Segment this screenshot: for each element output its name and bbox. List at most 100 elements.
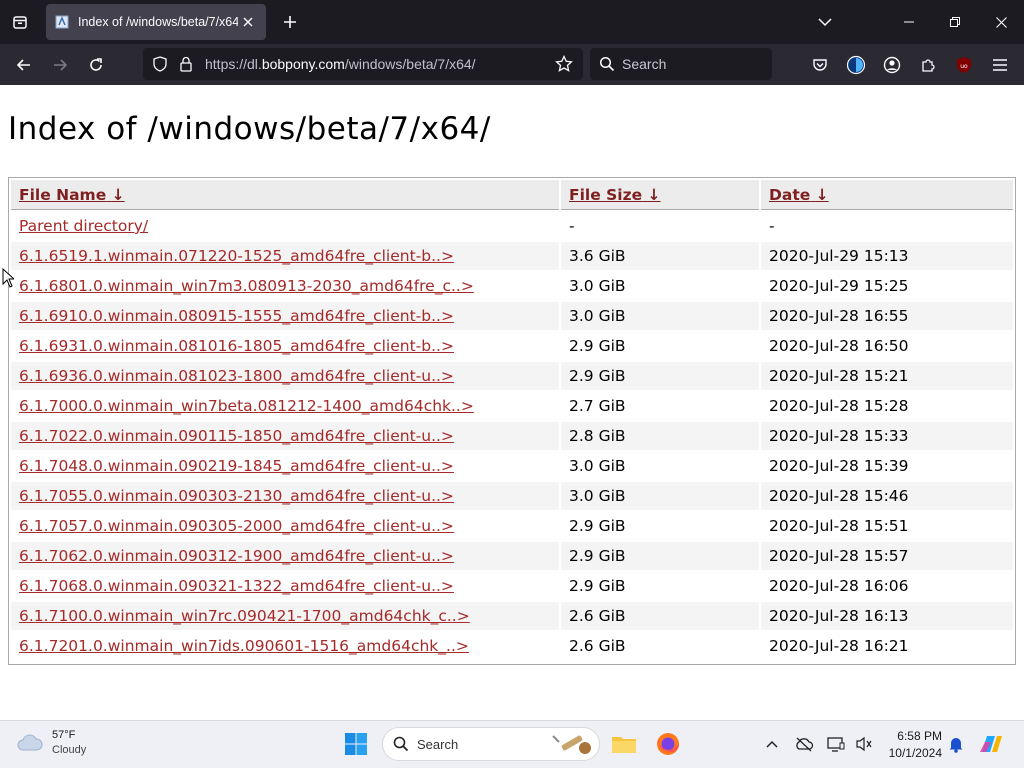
- file-date: 2020-Jul-29 15:13: [761, 242, 1013, 270]
- reload-icon: [90, 58, 102, 71]
- parent-directory-link[interactable]: Parent directory/: [19, 217, 148, 235]
- file-size: 2.8 GiB: [561, 422, 759, 450]
- file-link[interactable]: 6.1.6801.0.winmain_win7m3.080913-2030_am…: [19, 277, 474, 295]
- table-row: 6.1.7062.0.winmain.090312-1900_amd64fre_…: [11, 542, 1013, 570]
- sort-file-name-link[interactable]: File Name ↓: [19, 186, 125, 204]
- column-header-file-size[interactable]: File Size ↓: [561, 180, 759, 210]
- weather-widget[interactable]: 57°F Cloudy: [16, 728, 86, 758]
- file-link[interactable]: 6.1.6931.0.winmain.081016-1805_amd64fre_…: [19, 337, 454, 355]
- search-highlight-icon: [549, 730, 595, 762]
- file-date: 2020-Jul-28 15:51: [769, 517, 909, 535]
- table-header-row: File Name ↓ File Size ↓ Date ↓: [11, 180, 1013, 210]
- bell-icon: [949, 738, 963, 753]
- file-size: 2.9 GiB: [569, 577, 626, 595]
- restore-button[interactable]: [932, 0, 978, 44]
- arrow-left-icon: [16, 59, 30, 71]
- file-link[interactable]: 6.1.6910.0.winmain.080915-1555_amd64fre_…: [19, 307, 454, 325]
- table-row: 6.1.6931.0.winmain.081016-1805_amd64fre_…: [11, 332, 1013, 360]
- search-bar[interactable]: Search: [590, 48, 772, 80]
- show-hidden-icons-button[interactable]: [758, 729, 786, 759]
- mouse-cursor-icon: [2, 268, 14, 288]
- file-link[interactable]: 6.1.7057.0.winmain.090305-2000_amd64fre_…: [19, 517, 454, 535]
- file-explorer-button[interactable]: [609, 729, 639, 759]
- reload-button[interactable]: [81, 50, 111, 80]
- file-size: 3.6 GiB: [561, 242, 759, 270]
- file-date: 2020-Jul-28 16:55: [761, 302, 1013, 330]
- column-header-date[interactable]: Date ↓: [761, 180, 1013, 210]
- file-date: 2020-Jul-28 15:39: [769, 457, 909, 475]
- file-link[interactable]: 6.1.7201.0.winmain_win7ids.090601-1516_a…: [19, 637, 469, 655]
- column-header-file-name[interactable]: File Name ↓: [11, 180, 559, 210]
- start-button[interactable]: [341, 729, 371, 759]
- copilot-icon: [980, 736, 1002, 752]
- search-placeholder: Search: [622, 56, 667, 72]
- table-row: Parent directory/ - -: [11, 212, 1013, 240]
- url-text[interactable]: https://dl.bobpony.com/windows/beta/7/x6…: [205, 56, 476, 72]
- file-link[interactable]: 6.1.6936.0.winmain.081023-1800_amd64fre_…: [19, 367, 454, 385]
- volume-button[interactable]: [850, 729, 878, 759]
- table-row: 6.1.7048.0.winmain.090219-1845_amd64fre_…: [11, 452, 1013, 480]
- tab-overflow-button[interactable]: [802, 0, 848, 44]
- back-button[interactable]: [9, 50, 39, 80]
- address-bar[interactable]: https://dl.bobpony.com/windows/beta/7/x6…: [143, 48, 583, 80]
- hamburger-menu-icon: [993, 59, 1007, 71]
- speaker-muted-icon: [856, 736, 872, 752]
- extensions-button[interactable]: [913, 50, 943, 80]
- account-button[interactable]: [877, 50, 907, 80]
- minimize-button[interactable]: [886, 0, 932, 44]
- file-link[interactable]: 6.1.7100.0.winmain_win7rc.090421-1700_am…: [19, 607, 470, 625]
- file-link[interactable]: 6.1.7022.0.winmain.090115-1850_amd64fre_…: [19, 427, 454, 445]
- tracking-protection-shield-icon[interactable]: [152, 56, 168, 76]
- ublock-button[interactable]: uo: [949, 50, 979, 80]
- file-size: 2.9 GiB: [569, 517, 626, 535]
- file-link[interactable]: 6.1.6519.1.winmain.071220-1525_amd64fre_…: [19, 247, 454, 265]
- file-date: 2020-Jul-29 15:25: [769, 277, 909, 295]
- extension-button[interactable]: [841, 50, 871, 80]
- network-button[interactable]: [822, 729, 850, 759]
- lock-icon[interactable]: [179, 56, 193, 76]
- table-row: 6.1.7000.0.winmain_win7beta.081212-1400_…: [11, 392, 1013, 420]
- page-title: Index of /windows/beta/7/x64/: [8, 111, 491, 147]
- sort-date-link[interactable]: Date ↓: [769, 186, 829, 204]
- taskbar-search[interactable]: Search: [382, 727, 600, 761]
- copilot-button[interactable]: [976, 729, 1006, 759]
- active-tab[interactable]: Index of /windows/beta/7/x64/: [46, 4, 266, 40]
- pocket-icon: [813, 59, 827, 71]
- file-size: 3.0 GiB: [561, 302, 759, 330]
- onedrive-button[interactable]: [790, 729, 818, 759]
- close-icon: [995, 16, 1007, 28]
- taskbar-search-placeholder: Search: [417, 737, 459, 752]
- file-link[interactable]: 6.1.7055.0.winmain.090303-2130_amd64fre_…: [19, 487, 454, 505]
- app-menu-button[interactable]: [985, 50, 1015, 80]
- page-favicon-icon: [54, 14, 70, 30]
- firefox-taskbar-button[interactable]: [653, 729, 683, 759]
- search-icon: [599, 56, 615, 76]
- bookmark-star-icon[interactable]: [555, 54, 573, 77]
- file-link[interactable]: 6.1.7048.0.winmain.090219-1845_amd64fre_…: [19, 457, 454, 475]
- minimize-icon: [904, 21, 914, 23]
- sort-file-size-link[interactable]: File Size ↓: [569, 186, 661, 204]
- file-link[interactable]: 6.1.7000.0.winmain_win7beta.081212-1400_…: [19, 397, 474, 415]
- file-size: 2.9 GiB: [569, 337, 626, 355]
- file-date: 2020-Jul-28 15:28: [769, 397, 909, 415]
- cloud-offline-icon: [796, 737, 814, 752]
- close-tab-icon[interactable]: [238, 12, 258, 32]
- file-link[interactable]: 6.1.7068.0.winmain.090321-1322_amd64fre_…: [19, 577, 454, 595]
- close-window-button[interactable]: [978, 0, 1024, 44]
- pocket-button[interactable]: [805, 50, 835, 80]
- notifications-button[interactable]: [942, 729, 970, 759]
- list-all-tabs-button[interactable]: [0, 0, 40, 44]
- arrow-right-icon: [54, 59, 68, 71]
- file-size: 2.7 GiB: [569, 397, 626, 415]
- chevron-up-icon: [766, 740, 778, 748]
- url-host: bobpony.com: [261, 56, 345, 72]
- new-tab-button[interactable]: [278, 10, 302, 34]
- system-clock[interactable]: 6:58 PM 10/1/2024: [884, 728, 942, 762]
- windows-logo-icon: [345, 733, 367, 755]
- file-link[interactable]: 6.1.7062.0.winmain.090312-1900_amd64fre_…: [19, 547, 454, 565]
- tab-list-icon: [13, 16, 27, 29]
- table-row: 6.1.7068.0.winmain.090321-1322_amd64fre_…: [11, 572, 1013, 600]
- taskbar: 57°F Cloudy Search 6:58 PM 10/1/2024: [0, 720, 1024, 768]
- forward-button[interactable]: [45, 50, 75, 80]
- page-content: Index of /windows/beta/7/x64/ File Name …: [0, 85, 1024, 720]
